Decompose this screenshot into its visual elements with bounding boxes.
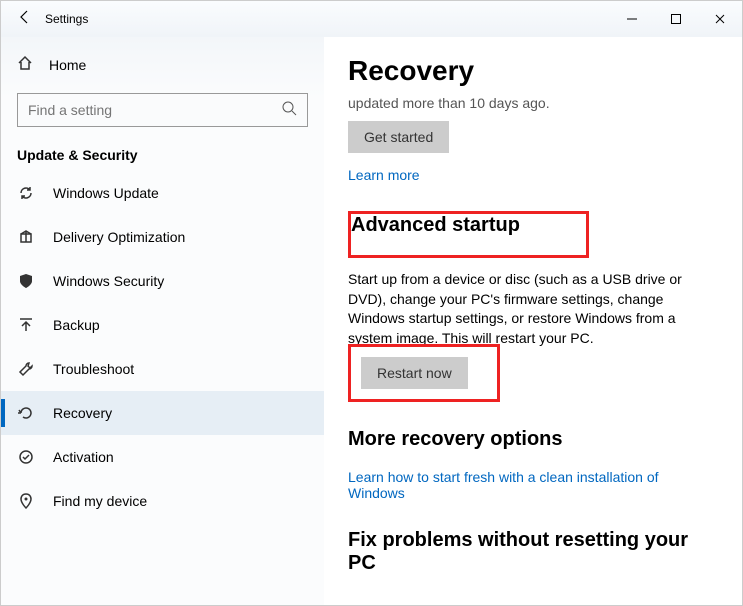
more-recovery-heading: More recovery options [348,428,718,451]
search-icon [281,100,297,121]
highlight-restart-now: Restart now [348,344,500,402]
sidebar-item-windows-security[interactable]: Windows Security [1,259,324,303]
start-fresh-link[interactable]: Learn how to start fresh with a clean in… [348,469,718,501]
truncated-text: updated more than 10 days ago. [348,95,718,111]
sidebar-item-recovery[interactable]: Recovery [1,391,324,435]
main-content: Recovery updated more than 10 days ago. … [324,37,742,605]
sidebar-item-backup[interactable]: Backup [1,303,324,347]
sidebar-item-troubleshoot[interactable]: Troubleshoot [1,347,324,391]
sidebar: Home Update & Security Windows Update De… [1,37,324,605]
check-icon [17,449,35,465]
shield-icon [17,273,35,289]
sidebar-item-label: Activation [53,449,114,465]
sidebar-nav: Windows Update Delivery Optimization Win… [1,171,324,523]
titlebar: Settings [1,1,742,37]
search-box[interactable] [17,93,308,127]
sidebar-item-label: Find my device [53,493,147,509]
sidebar-item-label: Delivery Optimization [53,229,185,245]
sidebar-home-label: Home [49,57,86,73]
search-input[interactable] [28,102,281,118]
sidebar-item-label: Backup [53,317,100,333]
sync-icon [17,185,35,201]
sidebar-category: Update & Security [1,143,324,171]
sidebar-item-label: Windows Security [53,273,164,289]
sidebar-item-find-my-device[interactable]: Find my device [1,479,324,523]
get-started-button[interactable]: Get started [348,121,449,153]
highlight-advanced-startup: Advanced startup [348,211,589,258]
minimize-button[interactable] [610,1,654,37]
advanced-startup-heading: Advanced startup [351,214,520,237]
sidebar-home[interactable]: Home [1,45,324,85]
location-icon [17,493,35,509]
maximize-button[interactable] [654,1,698,37]
delivery-icon [17,229,35,245]
wrench-icon [17,361,35,377]
page-title: Recovery [348,55,718,87]
sidebar-item-delivery-optimization[interactable]: Delivery Optimization [1,215,324,259]
learn-more-link[interactable]: Learn more [348,167,718,183]
restart-now-button[interactable]: Restart now [361,357,468,389]
backup-icon [17,317,35,333]
close-button[interactable] [698,1,742,37]
recovery-icon [17,405,35,421]
sidebar-item-label: Recovery [53,405,112,421]
home-icon [17,55,33,76]
window-title: Settings [41,12,88,26]
fix-problems-heading: Fix problems without resetting your PC [348,529,718,575]
sidebar-item-label: Troubleshoot [53,361,134,377]
back-button[interactable] [9,9,41,30]
sidebar-item-label: Windows Update [53,185,159,201]
sidebar-item-activation[interactable]: Activation [1,435,324,479]
advanced-startup-description: Start up from a device or disc (such as … [348,270,718,348]
sidebar-item-windows-update[interactable]: Windows Update [1,171,324,215]
